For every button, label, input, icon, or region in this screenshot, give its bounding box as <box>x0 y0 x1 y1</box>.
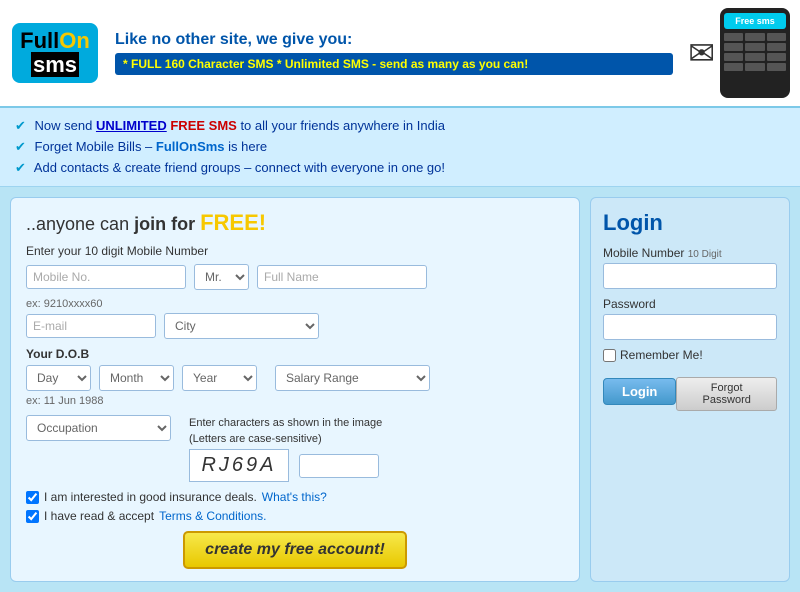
reg-title-join: join for <box>134 214 200 234</box>
logo: FullOn sms <box>10 21 100 86</box>
mobile-sublabel: 10 Digit <box>688 249 722 260</box>
salary-select[interactable]: Salary Range <box>275 365 430 391</box>
logo-full: Full <box>20 28 59 53</box>
features-section: ✔ Now send UNLIMITED FREE SMS to all you… <box>0 108 800 187</box>
phone-key <box>745 33 764 41</box>
reg-title: ..anyone can join for FREE! <box>26 210 564 236</box>
captcha-image: RJ69A <box>189 449 289 482</box>
header-center: Like no other site, we give you: * FULL … <box>100 31 688 75</box>
remember-label: Remember Me! <box>620 348 703 362</box>
check-icon-2: ✔ <box>15 139 26 154</box>
mobile-input[interactable] <box>26 265 186 289</box>
mr-select[interactable]: Mr. Mrs. Ms. <box>194 264 249 290</box>
envelope-icon: ✉ <box>688 34 715 72</box>
phone-graphic: Free sms <box>720 8 790 98</box>
terms-checkbox-row: I have read & accept Terms & Conditions. <box>26 509 564 523</box>
insurance-checkbox[interactable] <box>26 491 39 504</box>
login-mobile-input[interactable] <box>603 263 777 289</box>
dob-section: Your D.O.B Day Month Year ex: 11 Jun 198… <box>26 347 257 407</box>
password-label: Password <box>603 297 777 311</box>
row-email-city: City <box>26 313 564 339</box>
phone-key <box>745 63 764 71</box>
terms-link[interactable]: Terms & Conditions. <box>159 509 266 523</box>
login-password-input[interactable] <box>603 314 777 340</box>
phone-key <box>745 53 764 61</box>
month-select[interactable]: Month <box>99 365 174 391</box>
phone-key <box>724 33 743 41</box>
occupation-select[interactable]: Occupation <box>26 415 171 441</box>
row-mobile-name: Mr. Mrs. Ms. <box>26 264 564 290</box>
login-button[interactable]: Login <box>603 378 676 405</box>
captcha-input[interactable] <box>299 454 379 478</box>
phone-screen: Free sms <box>724 13 786 29</box>
dob-label: Your D.O.B <box>26 347 257 361</box>
check-icon-3: ✔ <box>15 160 26 175</box>
remember-row: Remember Me! <box>603 348 777 362</box>
header: FullOn sms Like no other site, we give y… <box>0 0 800 108</box>
mobile-label: Enter your 10 digit Mobile Number <box>26 244 564 258</box>
reg-title-free: FREE! <box>200 210 266 235</box>
logo-sms: sms <box>31 52 79 77</box>
phone-key <box>745 43 764 51</box>
features-bar-text: * FULL 160 Character SMS * Unlimited SMS… <box>115 53 673 75</box>
phone-key <box>767 53 786 61</box>
check-icon-1: ✔ <box>15 118 26 133</box>
row-dob-salary: Your D.O.B Day Month Year ex: 11 Jun 198… <box>26 347 564 407</box>
year-select[interactable]: Year <box>182 365 257 391</box>
day-select[interactable]: Day <box>26 365 91 391</box>
phone-key <box>724 63 743 71</box>
insurance-checkbox-row: I am interested in good insurance deals.… <box>26 490 564 504</box>
logo-on: On <box>59 28 90 53</box>
terms-label: I have read & accept <box>44 509 154 523</box>
city-select[interactable]: City <box>164 313 319 339</box>
phone-key <box>724 43 743 51</box>
mobile-number-label: Mobile Number 10 Digit <box>603 246 777 260</box>
captcha-sublabel: (Letters are case-sensitive) <box>189 433 382 445</box>
phone-key <box>724 53 743 61</box>
main-content: ..anyone can join for FREE! Enter your 1… <box>0 187 800 592</box>
tagline: Like no other site, we give you: <box>115 31 673 49</box>
row-occupation-captcha: Occupation Enter characters as shown in … <box>26 415 564 482</box>
remember-checkbox[interactable] <box>603 349 616 362</box>
phone-key <box>767 43 786 51</box>
captcha-label: Enter characters as shown in the image <box>189 417 382 429</box>
feature-2: ✔ Forget Mobile Bills – FullOnSms is her… <box>15 137 785 158</box>
captcha-section: Enter characters as shown in the image (… <box>189 417 382 482</box>
dob-hint: ex: 11 Jun 1988 <box>26 395 257 407</box>
submit-button[interactable]: create my free account! <box>183 531 407 569</box>
header-right: ✉ Free sms <box>688 8 790 98</box>
insurance-label: I am interested in good insurance deals. <box>44 490 257 504</box>
mobile-hint: ex: 9210xxxx60 <box>26 298 564 310</box>
reg-title-prefix: ..anyone can <box>26 214 134 234</box>
login-title: Login <box>603 210 777 236</box>
phone-key <box>767 63 786 71</box>
phone-key <box>767 33 786 41</box>
email-input[interactable] <box>26 314 156 338</box>
feature-3: ✔ Add contacts & create friend groups – … <box>15 158 785 179</box>
terms-checkbox[interactable] <box>26 510 39 523</box>
whats-this-link[interactable]: What's this? <box>262 490 327 504</box>
phone-keypad <box>724 33 786 71</box>
dob-selects: Day Month Year <box>26 365 257 391</box>
salary-section: Salary Range <box>275 365 430 391</box>
forgot-password-button[interactable]: Forgot Password <box>676 377 777 411</box>
fullname-input[interactable] <box>257 265 427 289</box>
feature-1: ✔ Now send UNLIMITED FREE SMS to all you… <box>15 116 785 137</box>
